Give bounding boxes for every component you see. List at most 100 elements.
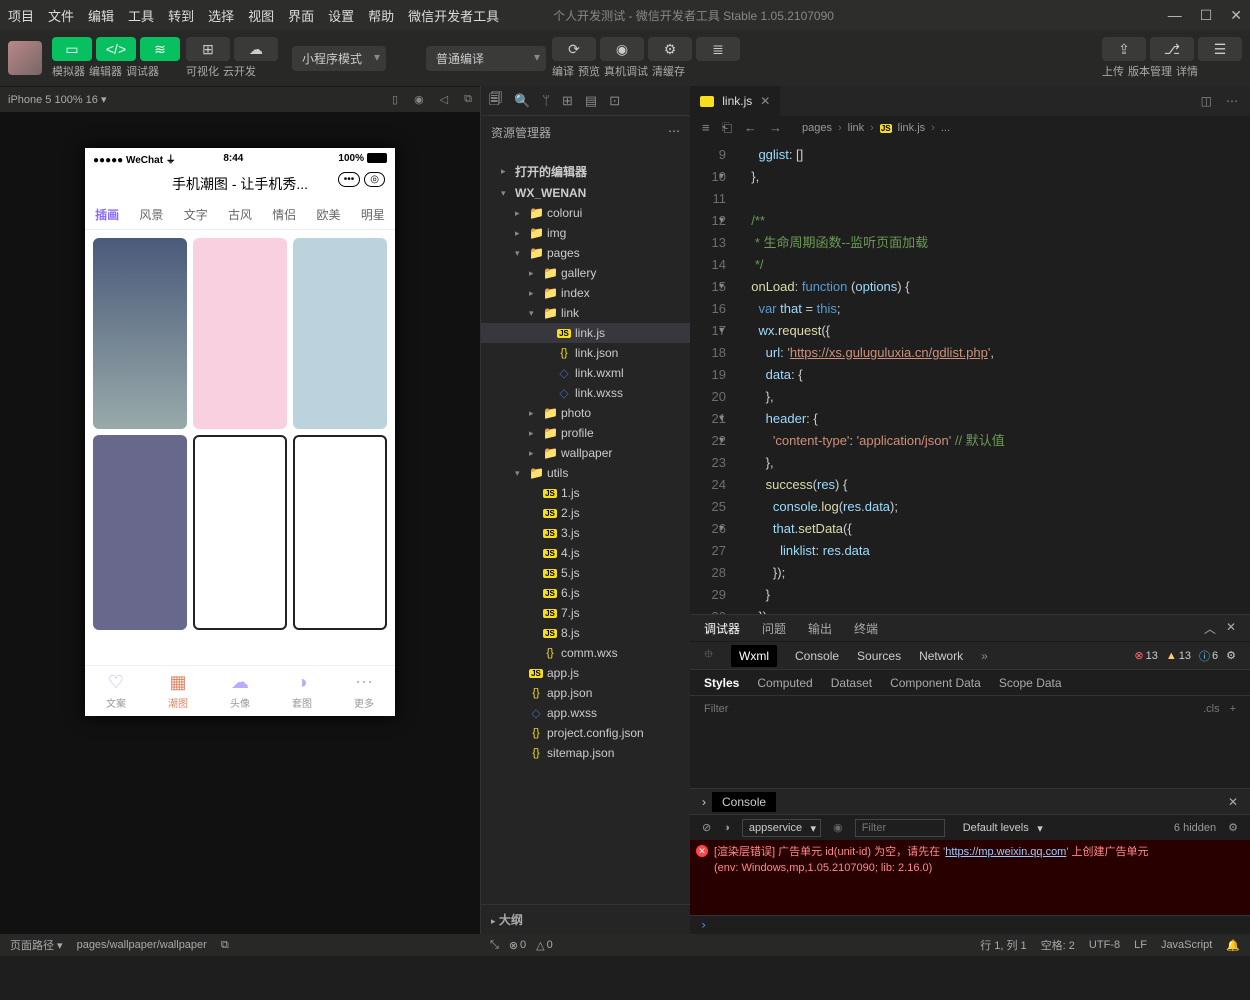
menu-item[interactable]: 设置 bbox=[328, 6, 354, 25]
nav-item[interactable]: ♡文案 bbox=[106, 672, 126, 710]
notification-icon[interactable]: 🔔 bbox=[1226, 939, 1240, 952]
remote-debug-button[interactable]: ⚙ bbox=[648, 37, 692, 61]
tree-node[interactable]: ◇link.wxml bbox=[481, 363, 690, 383]
warn-badge[interactable]: △ 0 bbox=[536, 939, 553, 952]
search-icon[interactable]: 🔍 bbox=[514, 93, 530, 109]
console-prompt[interactable]: › bbox=[690, 915, 1250, 934]
scroll-icon[interactable]: ⤡ bbox=[490, 939, 499, 952]
back-icon[interactable]: ← bbox=[744, 120, 757, 136]
capsule-close-icon[interactable]: ◎ bbox=[364, 172, 385, 187]
more-icon[interactable]: ⋯ bbox=[1226, 94, 1238, 108]
wallpaper-thumb[interactable] bbox=[193, 435, 287, 630]
chevron-right-icon[interactable]: › bbox=[702, 795, 706, 809]
editor-tab[interactable]: JS link.js ✕ bbox=[690, 86, 781, 116]
tree-node[interactable]: ◇link.wxss bbox=[481, 383, 690, 403]
style-tab[interactable]: Styles bbox=[704, 676, 739, 690]
tree-node[interactable]: ▸📁photo bbox=[481, 403, 690, 423]
tree-node[interactable]: JS1.js bbox=[481, 483, 690, 503]
panel-tab[interactable]: Wxml bbox=[731, 645, 777, 667]
filter-input[interactable]: Filter bbox=[704, 703, 728, 715]
tree-node[interactable]: ▾📁utils bbox=[481, 463, 690, 483]
clear-cache-button[interactable]: ≣ bbox=[696, 37, 740, 61]
wallpaper-thumb[interactable] bbox=[293, 238, 387, 429]
simulator-button[interactable]: ▭ bbox=[52, 37, 92, 61]
minimize-icon[interactable]: — bbox=[1168, 7, 1182, 24]
style-tab[interactable]: Scope Data bbox=[999, 676, 1062, 690]
tree-node[interactable]: ▸📁img bbox=[481, 223, 690, 243]
tree-node[interactable]: ▸📁index bbox=[481, 283, 690, 303]
tree-node[interactable]: {}comm.wxs bbox=[481, 643, 690, 663]
split-icon[interactable]: ⧉ bbox=[464, 93, 472, 106]
dbg-tab[interactable]: 输出 bbox=[808, 620, 832, 637]
mode-select[interactable]: 小程序模式 bbox=[292, 46, 386, 71]
wallpaper-thumb[interactable] bbox=[93, 435, 187, 630]
style-tab[interactable]: Component Data bbox=[890, 676, 981, 690]
visual-button[interactable]: ⊞ bbox=[186, 37, 230, 61]
outline-section[interactable]: ▸ 大纲 bbox=[481, 904, 690, 934]
maximize-icon[interactable]: ☐ bbox=[1200, 7, 1213, 24]
device-icon[interactable]: ▯ bbox=[392, 93, 398, 106]
tab[interactable]: 文字 bbox=[184, 206, 208, 223]
close-tab-icon[interactable]: ✕ bbox=[760, 94, 770, 108]
chevron-up-icon[interactable]: ︿ bbox=[1204, 620, 1216, 637]
error-link[interactable]: https://mp.weixin.qq.com bbox=[945, 846, 1066, 858]
add-icon[interactable]: + bbox=[1230, 703, 1236, 715]
list-icon[interactable]: ≡ bbox=[702, 120, 710, 136]
tab[interactable]: 古风 bbox=[228, 206, 252, 223]
close-icon[interactable]: ✕ bbox=[1226, 620, 1236, 637]
tree-node[interactable]: {}app.json bbox=[481, 683, 690, 703]
crumb[interactable]: ... bbox=[941, 122, 950, 134]
avatar[interactable] bbox=[8, 41, 42, 75]
explorer-icon[interactable]: 🗐 bbox=[489, 90, 502, 112]
device-label[interactable]: iPhone 5 100% 16 ▾ bbox=[8, 93, 107, 106]
tree-node[interactable]: JSlink.js bbox=[481, 323, 690, 343]
tree-node[interactable]: JS5.js bbox=[481, 563, 690, 583]
menu-item[interactable]: 编辑 bbox=[88, 6, 114, 25]
tab[interactable]: 风景 bbox=[139, 206, 163, 223]
editor-button[interactable]: </> bbox=[96, 37, 136, 61]
debugger-button[interactable]: ≋ bbox=[140, 37, 180, 61]
menu-item[interactable]: 文件 bbox=[48, 6, 74, 25]
clear-console-icon[interactable]: ⊘ bbox=[702, 821, 711, 834]
tab[interactable]: 情侣 bbox=[272, 206, 296, 223]
mute-icon[interactable]: ◁ bbox=[440, 93, 448, 106]
dbg-tab[interactable]: 终端 bbox=[854, 620, 878, 637]
menu-item[interactable]: 视图 bbox=[248, 6, 274, 25]
menu-item[interactable]: 转到 bbox=[168, 6, 194, 25]
filter-input[interactable] bbox=[855, 819, 945, 837]
close-icon[interactable]: ✕ bbox=[1228, 795, 1238, 809]
hidden-count[interactable]: 6 hidden bbox=[1174, 822, 1216, 834]
copy-icon[interactable]: ⧉ bbox=[221, 939, 229, 952]
nav-item[interactable]: ☁头像 bbox=[230, 672, 250, 710]
cloud-button[interactable]: ☁ bbox=[234, 37, 278, 61]
encoding[interactable]: UTF-8 bbox=[1089, 939, 1120, 951]
compile-button[interactable]: ⟳ bbox=[552, 37, 596, 61]
compile-select[interactable]: 普通编译 bbox=[426, 46, 546, 71]
nav-item[interactable]: ⋯更多 bbox=[354, 672, 374, 710]
upload-button[interactable]: ⇪ bbox=[1102, 37, 1146, 61]
version-button[interactable]: ⎇ bbox=[1150, 37, 1194, 61]
more-panels-icon[interactable]: » bbox=[981, 649, 988, 663]
tab[interactable]: 欧美 bbox=[317, 206, 341, 223]
nav-item[interactable]: ◑套图 bbox=[292, 672, 312, 710]
inspect-icon[interactable]: ⯐ bbox=[704, 645, 713, 666]
more-icon[interactable]: ⋯ bbox=[668, 124, 680, 138]
menu-item[interactable]: 帮助 bbox=[368, 6, 394, 25]
panel-tab[interactable]: Console bbox=[795, 649, 839, 663]
tree-node[interactable]: {}link.json bbox=[481, 343, 690, 363]
tree-node[interactable]: JS2.js bbox=[481, 503, 690, 523]
route-value[interactable]: pages/wallpaper/wallpaper bbox=[77, 939, 207, 951]
tab[interactable]: 明星 bbox=[361, 206, 385, 223]
menu-item[interactable]: 微信开发者工具 bbox=[408, 6, 499, 25]
menu-item[interactable]: 界面 bbox=[288, 6, 314, 25]
tree-section[interactable]: ▾WX_WENAN bbox=[481, 183, 690, 203]
context-select[interactable]: appservice bbox=[742, 819, 821, 837]
nav-item[interactable]: ▦潮图 bbox=[168, 672, 188, 710]
tree-node[interactable]: JS3.js bbox=[481, 523, 690, 543]
tree-node[interactable]: ▾📁link bbox=[481, 303, 690, 323]
code-editor[interactable]: 910▾1112▾131415▾1617▾18192021▾22▾2324252… bbox=[690, 140, 1250, 614]
tree-node[interactable]: ▸📁gallery bbox=[481, 263, 690, 283]
bookmark-icon[interactable]: ⎗ bbox=[722, 120, 732, 136]
tree-node[interactable]: JS6.js bbox=[481, 583, 690, 603]
eye-icon[interactable]: ◉ bbox=[833, 821, 843, 834]
